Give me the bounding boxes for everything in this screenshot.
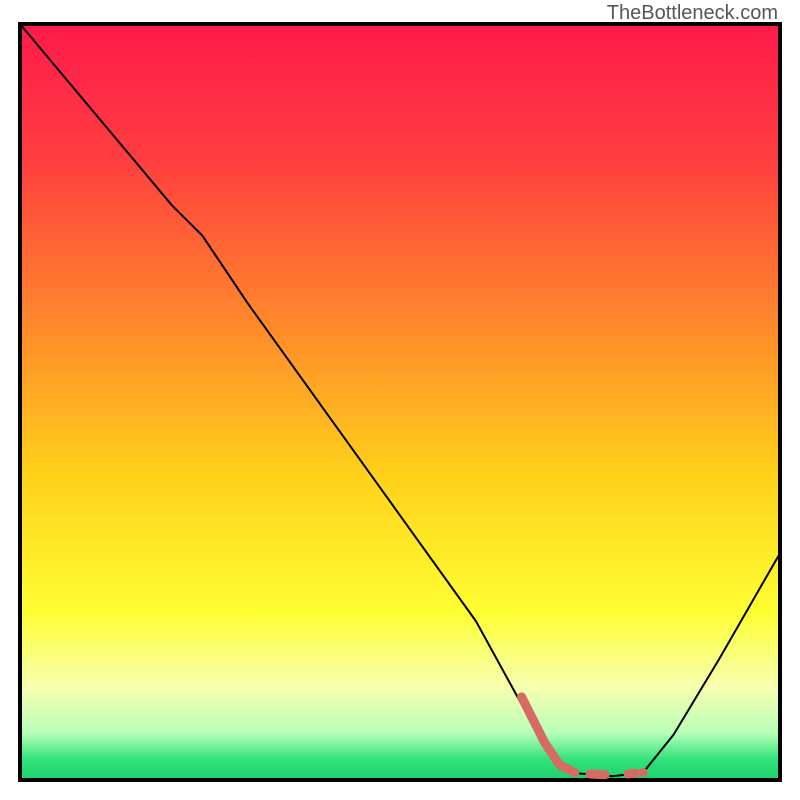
highlight-dash-1 (590, 774, 605, 775)
chart-container: TheBottleneck.com (0, 0, 800, 800)
highlight-dash-2 (628, 773, 636, 774)
chart-svg (0, 0, 800, 800)
gradient-background (22, 26, 778, 778)
highlight-dot (639, 768, 648, 777)
attribution-text: TheBottleneck.com (607, 2, 778, 25)
